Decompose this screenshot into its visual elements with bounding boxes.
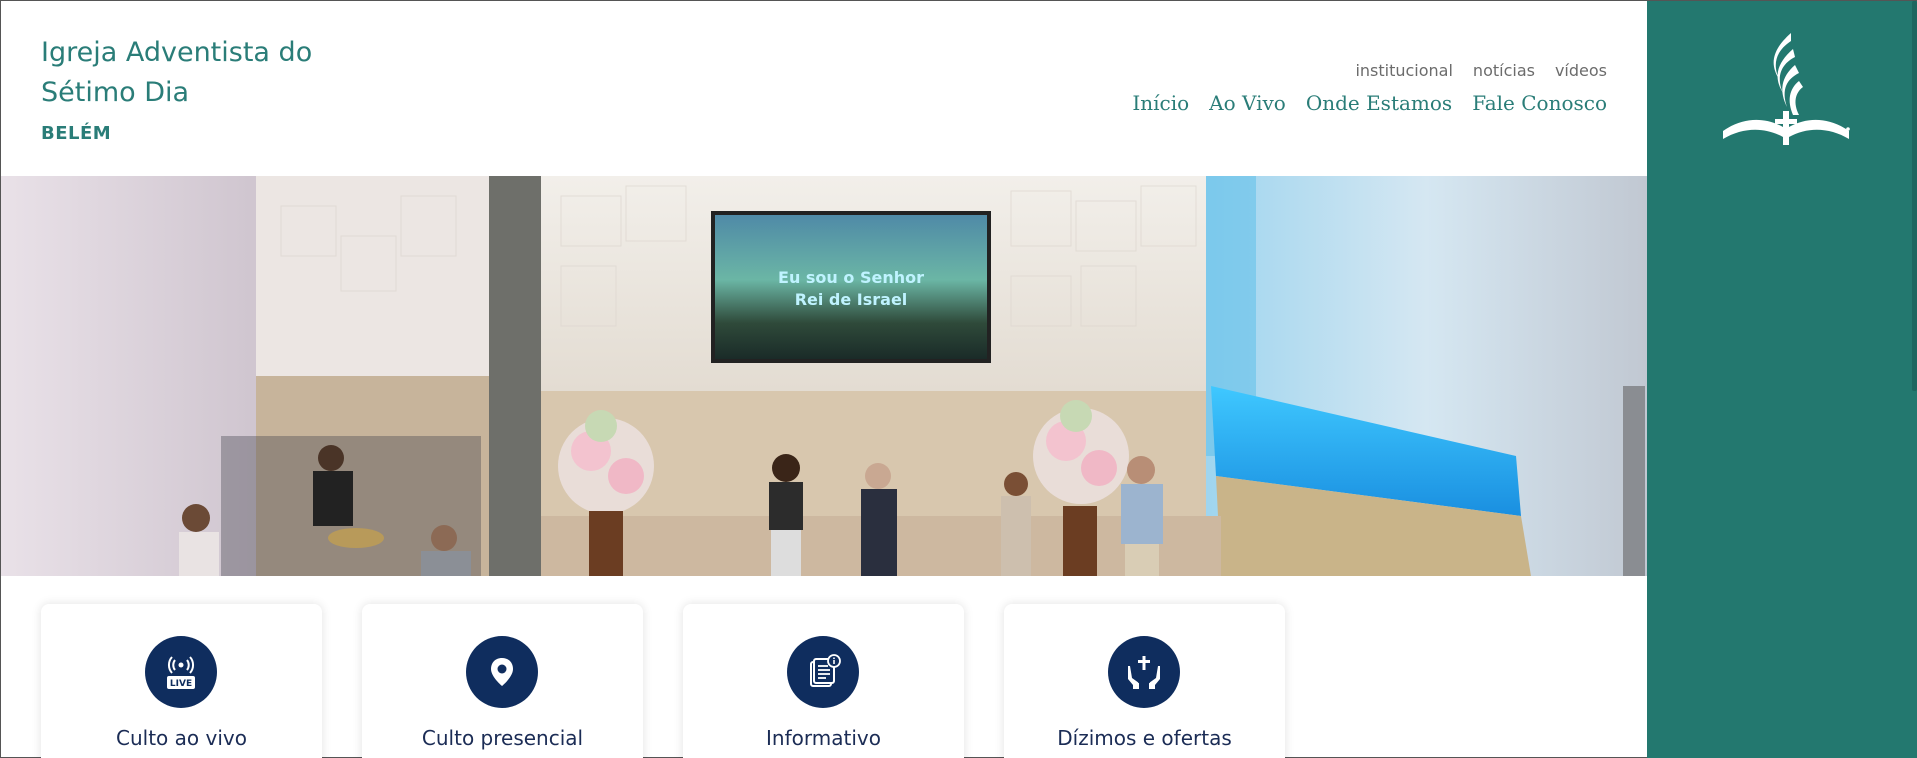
page: Igreja Adventista do Sétimo Dia BELÉM in… [0, 0, 1917, 758]
site-header: Igreja Adventista do Sétimo Dia BELÉM in… [1, 1, 1647, 176]
card-culto-ao-vivo[interactable]: LIVE Culto ao vivo [41, 604, 322, 758]
brand-title-line1: Igreja Adventista do [41, 37, 313, 68]
hero-image: Eu sou o Senhor Rei de Israel [1, 176, 1647, 576]
util-nav-institucional[interactable]: institucional [1355, 61, 1452, 80]
offering-hands-cross-icon [1108, 636, 1180, 708]
card-label: Dízimos e ofertas [1057, 726, 1232, 750]
main-nav-inicio[interactable]: Início [1132, 91, 1189, 115]
card-culto-presencial[interactable]: Culto presencial [362, 604, 643, 758]
brand-title-line2: Sétimo Dia [41, 77, 190, 108]
live-broadcast-icon: LIVE [145, 636, 217, 708]
scrollbar-thumb[interactable] [1912, 1, 1917, 391]
adventist-logo-icon[interactable] [1721, 31, 1851, 146]
main-nav-ao-vivo[interactable]: Ao Vivo [1209, 91, 1286, 115]
main-nav-fale-conosco[interactable]: Fale Conosco [1472, 91, 1607, 115]
main-nav: Início Ao Vivo Onde Estamos Fale Conosco [1132, 91, 1607, 115]
util-nav-noticias[interactable]: notícias [1473, 61, 1535, 80]
location-pin-icon [466, 636, 538, 708]
main-nav-onde-estamos[interactable]: Onde Estamos [1306, 91, 1452, 115]
quick-links: LIVE Culto ao vivo Culto presencial Info… [41, 604, 1285, 758]
card-label: Informativo [766, 726, 881, 750]
brand[interactable]: Igreja Adventista do Sétimo Dia BELÉM [41, 33, 361, 144]
screen-lyrics-line1: Eu sou o Senhor [778, 268, 924, 287]
document-info-icon [787, 636, 859, 708]
screen-lyrics-line2: Rei de Israel [795, 290, 908, 309]
util-nav-videos[interactable]: vídeos [1555, 61, 1607, 80]
live-icon-text: LIVE [170, 679, 192, 689]
card-label: Culto ao vivo [116, 726, 247, 750]
worship-stage-photo: Eu sou o Senhor Rei de Israel [1, 176, 1647, 576]
card-label: Culto presencial [421, 726, 584, 750]
utility-nav: institucional notícias vídeos [1355, 61, 1607, 80]
card-dizimos-e-ofertas[interactable]: Dízimos e ofertas [1004, 604, 1285, 758]
brand-city: BELÉM [41, 123, 112, 144]
card-informativo[interactable]: Informativo [683, 604, 964, 758]
